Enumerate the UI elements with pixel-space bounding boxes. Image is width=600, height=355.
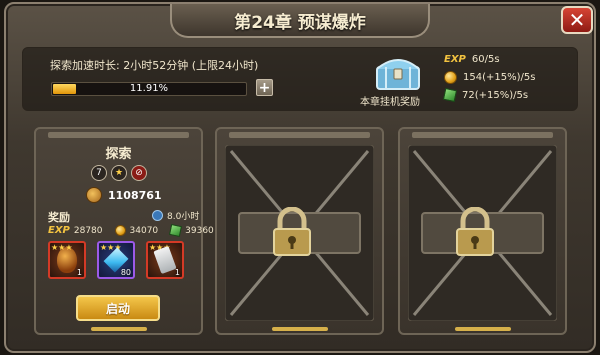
lion-head-icon [86, 187, 102, 203]
speed-duration-text: 探索加速时长: 2小时52分钟 (上限24小时) [50, 59, 259, 72]
chest-icon[interactable] [373, 53, 423, 91]
gold-coin-icon [444, 71, 457, 84]
speed-progress-text: 11.91% [129, 83, 169, 94]
item-count: 1 [174, 268, 180, 277]
gold-coin-icon [114, 225, 126, 236]
slot-top-bar [412, 132, 553, 138]
exp-rate-value: 60/5s [471, 54, 500, 65]
chest-label: 本章挂机奖励 [360, 97, 420, 108]
clock-icon [152, 210, 163, 221]
level-badge: 7 [91, 165, 107, 181]
green-gem-icon [442, 87, 458, 103]
green-gem-icon [169, 223, 183, 238]
star-badge-icon: ★ [111, 165, 127, 181]
locked-slot-3 [398, 127, 567, 335]
slot-top-bar [48, 132, 189, 138]
reward-gem-value: 39360 [185, 225, 214, 236]
time-row: 8.0小时 [152, 209, 199, 222]
dialog-title: 第24章 预谋爆炸 [170, 4, 430, 38]
reward-item-scroll[interactable]: ★★★ 1 [146, 241, 184, 279]
add-speed-button[interactable]: + [256, 79, 273, 96]
reward-label: 奖励 [48, 211, 70, 224]
scroll-icon [153, 245, 177, 275]
gold-rate-value: 154(+15%)/5s [463, 72, 536, 83]
slot-bottom-bar [272, 327, 328, 331]
time-value: 8.0小时 [167, 212, 200, 222]
padlock-icon[interactable] [270, 207, 314, 257]
reward-gold-value: 34070 [129, 225, 159, 236]
slot-bottom-bar [455, 327, 511, 331]
close-icon: ✕ [568, 8, 586, 32]
explore-slot: 探索 7 ★ ⊘ 1108761 奖励 8.0小时 EXP 28780 3407… [34, 127, 214, 335]
exp-icon: EXP [48, 225, 70, 236]
reward-exp-value: 28780 [73, 225, 103, 236]
item-count: 1 [76, 268, 82, 277]
power-value: 1108761 [108, 188, 162, 202]
slot-top-bar [229, 132, 370, 138]
locked-slot-2 [215, 127, 384, 335]
gem-rate-value: 72(+15%)/5s [462, 89, 529, 101]
plus-icon: + [258, 79, 271, 96]
idle-info-panel: 探索加速时长: 2小时52分钟 (上限24小时) 11.91% + 本章挂机奖励… [22, 47, 578, 111]
slot-bottom-bar [91, 327, 147, 331]
item-count: 80 [120, 268, 131, 277]
reward-item-egg[interactable]: ★★★ 1 [48, 241, 86, 279]
gem-rate-row: 72(+15%)/5s [442, 87, 529, 103]
gold-rate-row: 154(+15%)/5s [444, 71, 535, 84]
explore-title: 探索 [105, 147, 132, 162]
start-label: 启动 [105, 301, 130, 316]
start-button[interactable]: 启动 [76, 295, 160, 321]
padlock-icon[interactable] [453, 207, 497, 257]
item-stars: ★★★ [51, 243, 73, 252]
speed-progress-bar: 11.91% [51, 82, 247, 96]
dialog-title-text: 第24章 预谋爆炸 [234, 12, 366, 33]
exp-rate-row: EXP 60/5s [444, 54, 500, 65]
sword-badge-icon: ⊘ [131, 165, 147, 181]
exp-icon: EXP [444, 54, 466, 65]
close-button[interactable]: ✕ [561, 6, 593, 34]
reward-resources-row: EXP 28780 34070 39360 [48, 223, 214, 238]
power-row: 1108761 [86, 187, 162, 203]
reward-item-crystal[interactable]: ★★★ 80 [97, 241, 135, 279]
badge-row: 7 ★ ⊘ [91, 165, 147, 181]
